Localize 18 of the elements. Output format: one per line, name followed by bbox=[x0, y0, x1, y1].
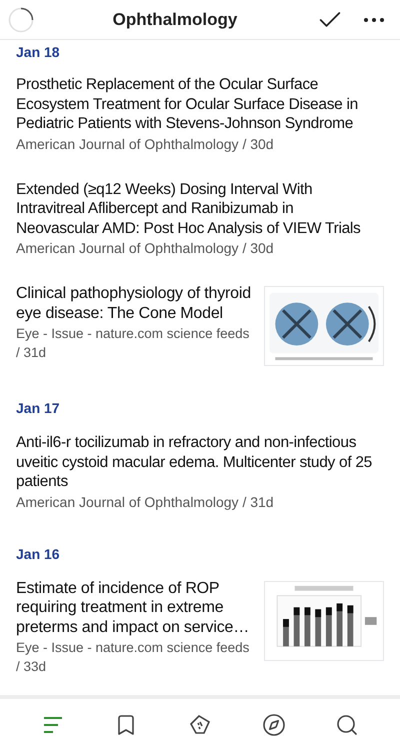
article-title[interactable]: Anti-il6-r tocilizumab in refractory and non-infectious uveitic cystoid macular edema. Multicenter study of 25 patients bbox=[16, 433, 378, 492]
article-source: American Journal of Ophthalmology / 30d bbox=[16, 239, 275, 258]
tag-icon bbox=[188, 713, 212, 737]
date-header: Jan 17 bbox=[16, 399, 61, 418]
date-header: Jan 16 bbox=[16, 544, 61, 564]
article-title[interactable]: Estimate of incidence of ROP requiring treatment in extreme preterms and impact on service… bbox=[16, 578, 252, 637]
article-title[interactable]: Prosthetic Replacement of the Ocular Surface Ecosystem Treatment for Ocular Surface Disease in Pediatric Patients with Stevens-Johnson Syndrome bbox=[16, 75, 378, 134]
article-title[interactable]: Extended (≥q12 Weeks) Dosing Interval With Intravitreal Aflibercept and Ranibizumab in Neovascular AMD: Post Hoc Analysis of VIEW Trials bbox=[16, 180, 378, 238]
date-header: Jan 18 bbox=[16, 43, 61, 62]
article-source: American Journal of Ophthalmology / 31d bbox=[16, 492, 275, 512]
page-title: Ophthalmology bbox=[112, 8, 238, 31]
article-source: Eye - Issue - nature.com science feeds / 33d bbox=[16, 639, 250, 676]
search-icon bbox=[335, 713, 360, 737]
article-source: Eye - Issue - nature.com science feeds / 31d bbox=[16, 325, 250, 362]
more-icon bbox=[364, 18, 384, 22]
compass-icon bbox=[262, 713, 286, 737]
article-title[interactable]: Clinical pathophysiology of thyroid eye disease: The Cone Model bbox=[16, 284, 252, 323]
article-source: American Journal of Ophthalmology / 30d bbox=[16, 134, 275, 154]
